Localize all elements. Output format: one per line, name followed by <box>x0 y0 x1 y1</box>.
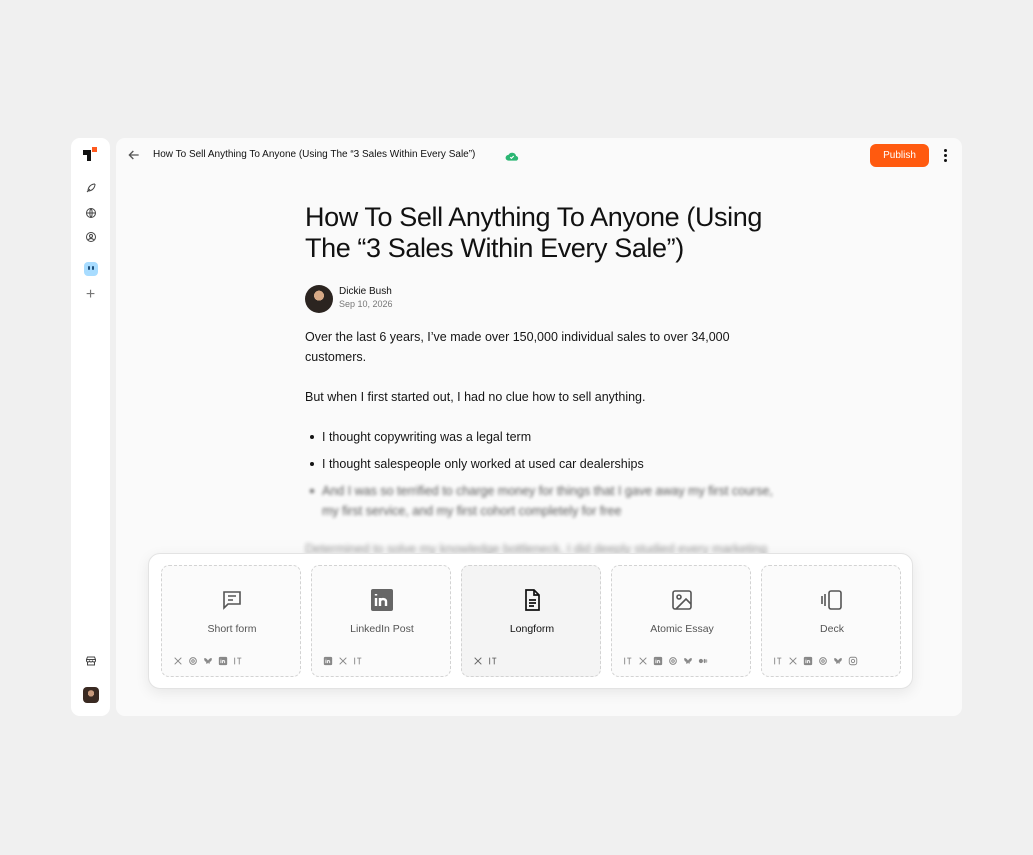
format-picker: Short form LinkedIn Post Longform Atomic… <box>148 553 913 689</box>
more-options-icon[interactable] <box>939 147 951 163</box>
platform-icons <box>322 655 363 667</box>
author-block: Dickie Bush Sep 10, 2026 <box>305 285 785 315</box>
list-item[interactable]: And I was so terrified to charge money f… <box>305 481 785 521</box>
author-avatar <box>305 285 333 313</box>
format-card-deck[interactable]: Deck <box>761 565 901 677</box>
format-label: Deck <box>820 623 844 635</box>
globe-icon[interactable] <box>71 203 110 223</box>
format-card-atomic-essay[interactable]: Atomic Essay <box>611 565 751 677</box>
article: How To Sell Anything To Anyone (Using Th… <box>305 202 785 559</box>
linkedin-icon <box>370 588 394 612</box>
platform-icons <box>472 655 498 667</box>
x-icon <box>787 656 798 667</box>
x-icon <box>172 656 183 667</box>
list-item[interactable]: I thought copywriting was a legal term <box>305 427 785 447</box>
document-title: How To Sell Anything To Anyone (Using Th… <box>153 149 476 160</box>
user-circle-icon[interactable] <box>71 227 110 247</box>
top-bar: How To Sell Anything To Anyone (Using Th… <box>116 138 962 174</box>
threads-icon <box>187 656 198 667</box>
slides-icon <box>820 588 844 612</box>
image-icon <box>670 588 694 612</box>
linkedin-icon <box>652 656 663 667</box>
typefully-icon <box>352 656 363 667</box>
publish-button[interactable]: Publish <box>870 144 929 167</box>
format-card-linkedin-post[interactable]: LinkedIn Post <box>311 565 451 677</box>
feather-icon[interactable] <box>71 178 110 198</box>
paragraph[interactable]: Over the last 6 years, I’ve made over 15… <box>305 327 785 367</box>
x-icon <box>637 656 648 667</box>
threads-icon <box>667 656 678 667</box>
typefully-icon <box>487 656 498 667</box>
message-square-icon <box>220 588 244 612</box>
paragraph[interactable]: But when I first started out, I had no c… <box>305 387 785 407</box>
format-label: Longform <box>509 623 555 635</box>
format-label: Atomic Essay <box>650 623 714 635</box>
typefully-icon <box>232 656 243 667</box>
publish-date: Sep 10, 2026 <box>339 299 393 309</box>
bluesky-icon <box>202 656 213 667</box>
threads-icon <box>817 656 828 667</box>
bullet-list: I thought copywriting was a legal term I… <box>305 427 785 521</box>
platform-icons <box>622 655 708 667</box>
store-icon[interactable] <box>71 651 110 671</box>
format-card-longform[interactable]: Longform <box>461 565 601 677</box>
cloud-saved-icon <box>505 149 519 161</box>
sidebar: + <box>71 138 110 716</box>
app-logo[interactable] <box>71 147 110 167</box>
document-icon <box>520 588 544 612</box>
avatar[interactable] <box>71 685 110 705</box>
platform-icons <box>772 655 858 667</box>
format-label: LinkedIn Post <box>350 623 414 635</box>
list-item[interactable]: I thought salespeople only worked at use… <box>305 454 785 474</box>
x-icon <box>337 656 348 667</box>
linkedin-icon <box>322 656 333 667</box>
linkedin-icon <box>802 656 813 667</box>
typefully-icon <box>772 656 783 667</box>
workspace-badge-icon[interactable] <box>71 259 110 279</box>
typefully-icon <box>622 656 633 667</box>
medium-icon <box>697 656 708 667</box>
format-card-short-form[interactable]: Short form <box>161 565 301 677</box>
author-name: Dickie Bush <box>339 286 392 297</box>
instagram-icon <box>847 656 858 667</box>
format-label: Short form <box>207 623 257 635</box>
bluesky-icon <box>832 656 843 667</box>
article-heading[interactable]: How To Sell Anything To Anyone (Using Th… <box>305 202 785 264</box>
platform-icons <box>172 655 243 667</box>
back-arrow-icon[interactable] <box>126 147 142 163</box>
plus-icon[interactable]: + <box>71 285 110 305</box>
bluesky-icon <box>682 656 693 667</box>
x-icon <box>472 656 483 667</box>
linkedin-icon <box>217 656 228 667</box>
